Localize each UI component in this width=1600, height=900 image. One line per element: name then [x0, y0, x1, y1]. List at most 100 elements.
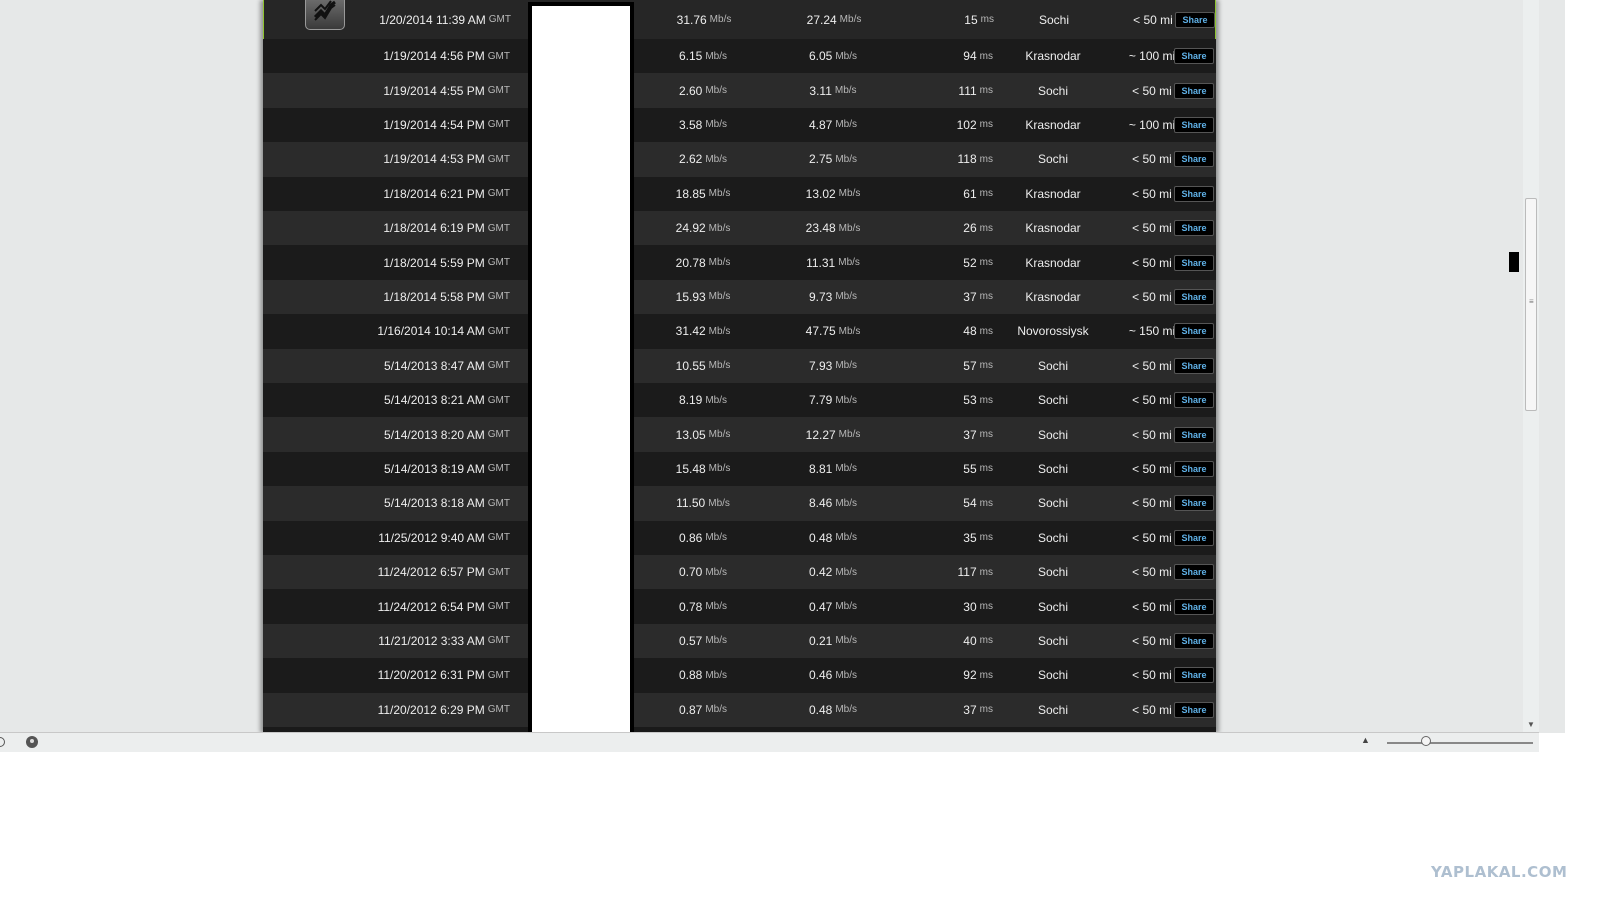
share-button[interactable]: Share — [1174, 529, 1214, 546]
upload-value: 7.93 — [808, 358, 833, 373]
download-unit: Mb/s — [705, 635, 728, 647]
ping-unit: ms — [979, 669, 993, 681]
share-button[interactable]: Share — [1174, 495, 1214, 512]
download-cell: 15.93 Mb/s — [648, 280, 758, 314]
zoom-slider[interactable] — [1387, 742, 1533, 744]
server-name: Sochi — [1037, 83, 1069, 98]
triangle-up-icon[interactable]: ▲ — [1361, 735, 1370, 745]
share-button[interactable]: Share — [1174, 82, 1214, 99]
ping-unit: ms — [979, 429, 993, 441]
speedometer-icon[interactable] — [26, 736, 38, 748]
ping-cell: 111 ms — [893, 73, 993, 107]
result-row: 5/14/2013 8:18 AM GMT 11.50 Mb/s 8.46 Mb/s 54 m… — [263, 486, 1216, 521]
upload-value: 8.46 — [808, 496, 833, 511]
download-value: 31.76 — [676, 12, 707, 27]
share-button[interactable]: Share — [1174, 116, 1214, 133]
timezone-text: GMT — [487, 601, 510, 613]
status-bar: ▲ — [0, 732, 1539, 752]
share-button[interactable]: Share — [1174, 598, 1214, 615]
download-value: 18.85 — [675, 186, 706, 201]
share-button[interactable]: Share — [1174, 426, 1214, 443]
download-cell: 0.87 Mb/s — [648, 693, 758, 727]
distance-value: < 50 mi — [1132, 565, 1172, 580]
scrollbar-thumb[interactable]: ≡ — [1525, 198, 1537, 411]
upload-unit: Mb/s — [835, 669, 858, 681]
download-value: 20.78 — [675, 255, 706, 270]
upload-unit: Mb/s — [835, 704, 858, 716]
server-name: Sochi — [1037, 152, 1069, 167]
download-cell: 20.78 Mb/s — [648, 245, 758, 279]
share-button[interactable]: Share — [1174, 392, 1214, 409]
share-button[interactable]: Share — [1174, 185, 1214, 202]
share-button[interactable]: Share — [1174, 460, 1214, 477]
share-button[interactable]: Share — [1174, 288, 1214, 305]
server-cell: Krasnodar — [998, 39, 1108, 73]
date-text: 1/19/2014 4:56 PM — [383, 49, 485, 64]
share-cell: Share — [1173, 73, 1215, 107]
timezone-text: GMT — [487, 50, 510, 62]
upload-cell: 0.21 Mb/s — [768, 624, 898, 658]
ping-unit: ms — [979, 222, 993, 234]
result-row: 5/14/2013 8:47 AM GMT 10.55 Mb/s 7.93 Mb/s 57 m… — [263, 348, 1216, 383]
ping-value: 26 — [963, 221, 977, 236]
ping-value: 40 — [963, 633, 977, 648]
ping-cell: 117 ms — [893, 555, 993, 589]
download-unit: Mb/s — [708, 360, 731, 372]
download-value: 0.86 — [678, 530, 703, 545]
date-text: 1/19/2014 4:54 PM — [383, 117, 485, 132]
share-button[interactable]: Share — [1174, 701, 1214, 718]
upload-value: 4.87 — [808, 117, 833, 132]
download-unit: Mb/s — [705, 601, 728, 613]
server-name: Sochi — [1037, 599, 1069, 614]
server-name: Sochi — [1038, 12, 1070, 27]
date-cell: 11/21/2012 3:33 AM GMT — [263, 624, 510, 658]
download-cell: 24.92 Mb/s — [648, 211, 758, 245]
server-name: Krasnodar — [1025, 221, 1081, 236]
share-button[interactable]: Share — [1174, 357, 1214, 374]
download-value: 2.62 — [678, 152, 703, 167]
distance-value: < 50 mi — [1132, 633, 1172, 648]
upload-cell: 6.05 Mb/s — [768, 39, 898, 73]
timezone-text: GMT — [487, 566, 510, 578]
share-button[interactable]: Share — [1175, 11, 1215, 28]
download-cell: 11.50 Mb/s — [648, 486, 758, 520]
result-row: 5/14/2013 8:21 AM GMT 8.19 Mb/s 7.79 Mb/s 53 ms… — [263, 383, 1216, 418]
share-button[interactable]: Share — [1174, 632, 1214, 649]
timezone-text: GMT — [487, 188, 510, 200]
download-unit: Mb/s — [708, 325, 731, 337]
timezone-text: GMT — [487, 463, 510, 475]
scroll-marker — [1509, 252, 1519, 272]
download-value: 0.87 — [678, 702, 703, 717]
share-button[interactable]: Share — [1174, 323, 1214, 340]
date-cell: 1/18/2014 6:21 PM GMT — [263, 177, 510, 211]
distance-value: < 50 mi — [1132, 83, 1172, 98]
ping-cell: 94 ms — [893, 39, 993, 73]
circle-icon[interactable] — [0, 737, 5, 747]
share-button[interactable]: Share — [1174, 151, 1214, 168]
scroll-down-icon[interactable]: ▼ — [1527, 720, 1535, 729]
date-cell: 1/19/2014 4:54 PM GMT — [263, 108, 510, 142]
timezone-text: GMT — [488, 14, 511, 25]
server-name: Krasnodar — [1025, 117, 1081, 132]
distance-value: ~ 100 mi — [1128, 49, 1176, 64]
distance-value: < 50 mi — [1133, 12, 1173, 27]
server-name: Sochi — [1037, 702, 1069, 717]
share-button[interactable]: Share — [1174, 667, 1214, 684]
server-cell: Sochi — [998, 589, 1108, 623]
share-button[interactable]: Share — [1174, 48, 1214, 65]
share-button[interactable]: Share — [1174, 254, 1214, 271]
server-cell: Sochi — [998, 693, 1108, 727]
server-name: Sochi — [1037, 461, 1069, 476]
upload-unit: Mb/s — [835, 291, 858, 303]
download-value: 0.57 — [678, 633, 703, 648]
vertical-scrollbar[interactable]: ≡ ▼ — [1523, 0, 1539, 733]
download-unit: Mb/s — [705, 566, 728, 578]
share-button[interactable]: Share — [1174, 220, 1214, 237]
share-button[interactable]: Share — [1174, 564, 1214, 581]
zoom-slider-knob[interactable] — [1421, 736, 1431, 746]
ping-cell: 26 ms — [893, 211, 993, 245]
ping-cell: 52 ms — [893, 245, 993, 279]
download-unit: Mb/s — [708, 429, 731, 441]
upload-cell: 47.75 Mb/s — [768, 314, 898, 348]
ping-cell: 54 ms — [893, 486, 993, 520]
